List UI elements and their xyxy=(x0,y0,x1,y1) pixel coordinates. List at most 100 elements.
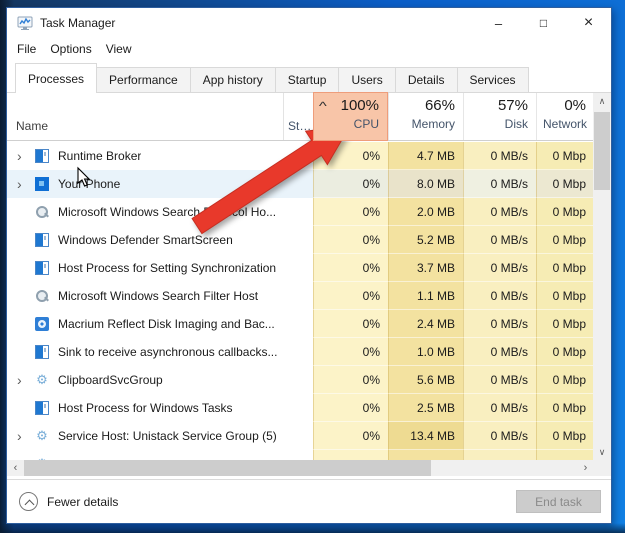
process-cpu-value: 0% xyxy=(313,226,388,254)
process-row[interactable]: Sink to receive asynchronous callbacks..… xyxy=(7,338,594,366)
process-network-value: 0 Mbp xyxy=(536,226,594,254)
process-disk-value: 0 MB/s xyxy=(463,226,536,254)
process-memory-value: 1.0 MB xyxy=(388,338,463,366)
cpu-total-usage: 100% xyxy=(341,97,379,114)
tab-users[interactable]: Users xyxy=(339,67,395,93)
process-row[interactable]: Microsoft Windows Search Filter Host 0%1.… xyxy=(7,282,594,310)
column-header-name[interactable]: Name xyxy=(7,93,283,140)
process-cpu-value: 0% xyxy=(313,170,388,198)
process-name: Macrium Reflect Disk Imaging and Bac... xyxy=(58,317,275,331)
minimize-button[interactable]: – xyxy=(476,8,521,38)
vertical-scroll-thumb[interactable] xyxy=(594,112,610,190)
expand-chevron-icon[interactable]: › xyxy=(17,373,35,387)
process-row[interactable]: Host Process for Setting Synchronization… xyxy=(7,254,594,282)
process-cpu-value: 0% xyxy=(313,310,388,338)
process-name-cell: Microsoft Windows Search Protocol Ho... xyxy=(7,198,313,226)
process-disk-value: 0 MB/s xyxy=(463,422,536,450)
process-cpu-value: 0% xyxy=(313,422,388,450)
menu-item-options[interactable]: Options xyxy=(50,42,91,56)
menu-item-view[interactable]: View xyxy=(106,42,132,56)
column-header-cpu[interactable]: ^ 100% CPU xyxy=(313,92,388,141)
search-icon xyxy=(35,289,49,303)
app-window-icon xyxy=(35,345,49,359)
end-task-button[interactable]: End task xyxy=(516,490,601,513)
tab-details[interactable]: Details xyxy=(396,67,458,93)
process-name: Host Process for Setting Synchronization xyxy=(58,261,276,275)
process-name: ClipboardSvcGroup xyxy=(58,373,163,387)
horizontal-scrollbar[interactable]: ‹ › xyxy=(7,460,594,476)
process-memory-value: 3.7 MB xyxy=(388,254,463,282)
process-cpu-value: 0% xyxy=(313,198,388,226)
fewer-details-toggle[interactable]: Fewer details xyxy=(19,492,118,511)
scroll-left-icon[interactable]: ‹ xyxy=(7,460,24,476)
tab-services[interactable]: Services xyxy=(458,67,529,93)
expand-chevron-icon[interactable]: › xyxy=(17,429,35,443)
process-name-cell: ›⚙ ClipboardSvcGroup xyxy=(7,366,313,394)
scrollbar-corner xyxy=(593,460,611,476)
process-row[interactable]: Windows Defender SmartScreen0%5.2 MB0 MB… xyxy=(7,226,594,254)
column-header-network[interactable]: 0% Network xyxy=(536,93,594,140)
tab-startup[interactable]: Startup xyxy=(276,67,340,93)
process-row[interactable]: Macrium Reflect Disk Imaging and Bac... 0… xyxy=(7,310,594,338)
expand-chevron-icon[interactable]: › xyxy=(17,177,35,191)
process-memory-value: 4.7 MB xyxy=(388,142,463,170)
column-header-disk[interactable]: 57% Disk xyxy=(463,93,536,140)
column-header-status[interactable]: St… xyxy=(283,93,313,140)
process-disk-value: 0 MB/s xyxy=(463,282,536,310)
process-network-value: 0 Mbp xyxy=(536,338,594,366)
process-name-cell: ›Runtime Broker xyxy=(7,142,313,170)
process-cpu-value: 0% xyxy=(313,338,388,366)
process-disk-value: 0 MB/s xyxy=(463,310,536,338)
process-network-value: 0 Mbp xyxy=(536,394,594,422)
disk-total-usage: 57% xyxy=(498,97,528,114)
process-network-value: 0 Mbp xyxy=(536,170,594,198)
process-name-cell: ›⚙Service Host: Unistack Service Group (… xyxy=(7,422,313,450)
vertical-scrollbar[interactable]: ∧ ∨ xyxy=(593,93,611,461)
process-network-value: 0 Mbp xyxy=(536,142,594,170)
tab-bar: ProcessesPerformanceApp historyStartupUs… xyxy=(7,60,611,93)
scroll-right-icon[interactable]: › xyxy=(577,460,594,476)
tab-processes[interactable]: Processes xyxy=(15,63,97,93)
caption-buttons: – □ × xyxy=(476,8,611,38)
menu-bar: File Options View xyxy=(7,38,611,60)
process-disk-value: 0 MB/s xyxy=(463,170,536,198)
scroll-up-icon[interactable]: ∧ xyxy=(593,93,611,110)
process-row[interactable]: ›⚙ClipboardSvcGroup0%5.6 MB0 MB/s0 Mbp xyxy=(7,366,594,394)
column-header-memory[interactable]: 66% Memory xyxy=(388,93,463,140)
process-name: Your Phone xyxy=(58,177,120,191)
process-disk-value: 0 MB/s xyxy=(463,338,536,366)
process-name: Microsoft Windows Search Filter Host xyxy=(58,289,258,303)
process-row[interactable]: ›⚙Service Host: Unistack Service Group (… xyxy=(7,422,594,450)
process-name-cell: Host Process for Setting Synchronization xyxy=(7,254,313,282)
process-memory-value: 2.4 MB xyxy=(388,310,463,338)
task-manager-app-icon xyxy=(17,15,33,31)
gear-icon: ⚙ xyxy=(35,373,49,387)
horizontal-scroll-thumb[interactable] xyxy=(24,460,431,476)
process-name: Sink to receive asynchronous callbacks..… xyxy=(58,345,277,359)
process-network-value: 0 Mbp xyxy=(536,366,594,394)
expand-chevron-icon[interactable]: › xyxy=(17,149,35,163)
process-row[interactable]: Microsoft Windows Search Protocol Ho...0… xyxy=(7,198,594,226)
tab-app-history[interactable]: App history xyxy=(191,67,276,93)
process-memory-value: 1.1 MB xyxy=(388,282,463,310)
process-row[interactable]: ›Your Phone0%8.0 MB0 MB/s0 Mbp xyxy=(7,170,594,198)
tab-performance[interactable]: Performance xyxy=(97,67,191,93)
process-disk-value: 0 MB/s xyxy=(463,394,536,422)
close-button[interactable]: × xyxy=(566,8,611,38)
scroll-down-icon[interactable]: ∨ xyxy=(593,444,611,461)
process-name: Service Host: Unistack Service Group (5) xyxy=(58,429,277,443)
chevron-up-circle-icon xyxy=(19,492,38,511)
title-bar[interactable]: Task Manager – □ × xyxy=(7,8,611,38)
process-row[interactable]: ›Runtime Broker0%4.7 MB0 MB/s0 Mbp xyxy=(7,142,594,170)
app-window-icon xyxy=(35,261,49,275)
sort-ascending-icon: ^ xyxy=(319,99,327,113)
app-window-icon xyxy=(35,233,49,247)
process-cpu-value: 0% xyxy=(313,282,388,310)
process-name-cell: Windows Defender SmartScreen xyxy=(7,226,313,254)
maximize-button[interactable]: □ xyxy=(521,8,566,38)
process-row[interactable]: Host Process for Windows Tasks0%2.5 MB0 … xyxy=(7,394,594,422)
footer-bar: Fewer details End task xyxy=(7,479,611,523)
process-disk-value: 0 MB/s xyxy=(463,142,536,170)
menu-item-file[interactable]: File xyxy=(17,42,36,56)
memory-total-usage: 66% xyxy=(425,97,455,114)
